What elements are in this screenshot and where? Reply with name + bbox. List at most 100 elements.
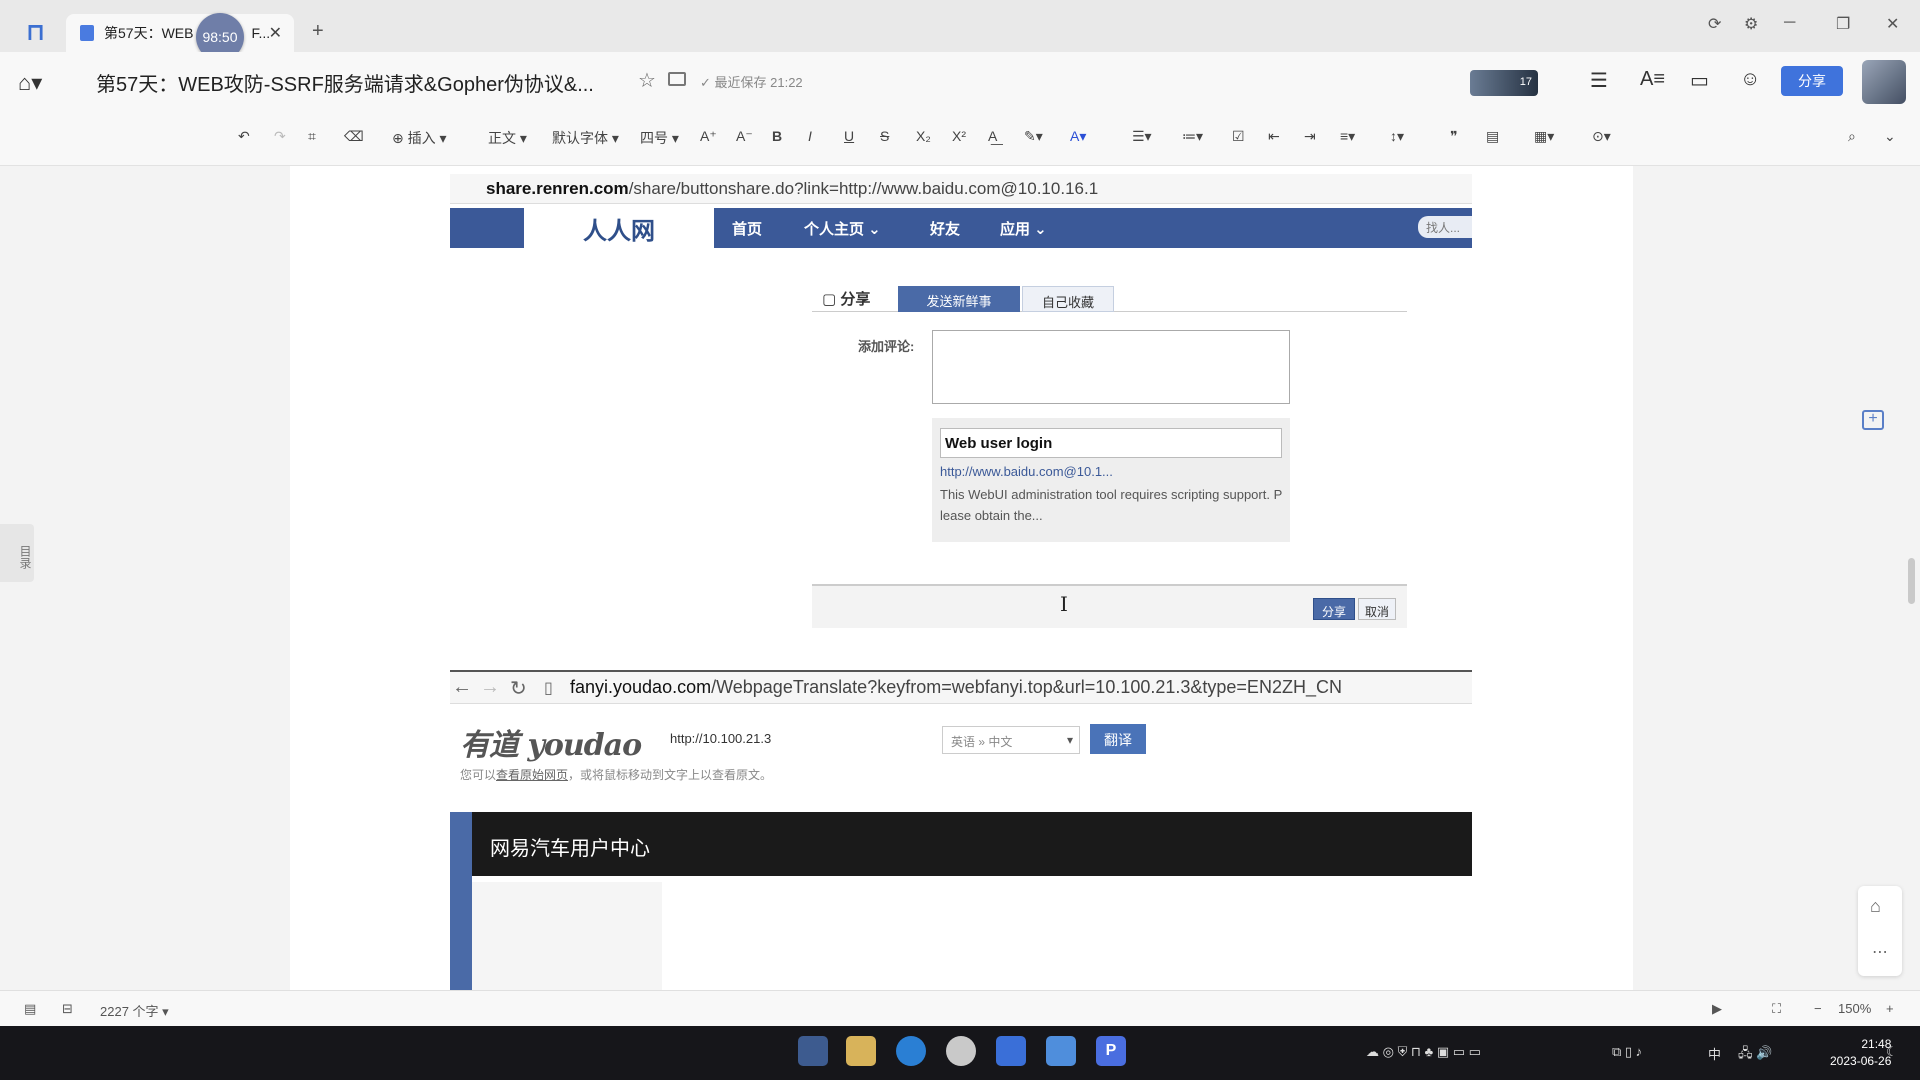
close-icon[interactable]: ✕: [269, 23, 282, 43]
outline-toggle[interactable]: 目录: [0, 524, 34, 582]
font-select[interactable]: 默认字体 ▾: [552, 128, 619, 148]
taskbar: P ☁ ◎ ⛨ ⊓ ♣ ▣ ▭ ▭ ⧉ ▯ ♪ 中 🖧 🔊 21:48 2023…: [0, 1026, 1920, 1080]
text-effect-icon[interactable]: A͟: [988, 128, 997, 144]
scrollbar-thumb[interactable]: [1908, 558, 1915, 604]
renren-comment-label: 添加评论:: [858, 339, 915, 354]
tab-bar: ⊓ 第57天：WEB F... ✕ 98:50 + ⟳ ⚙ ─ ❐ ✕: [0, 0, 1920, 61]
subscript-icon[interactable]: X₂: [916, 128, 931, 144]
minimize-icon[interactable]: ─: [1784, 14, 1795, 32]
underline-icon[interactable]: U: [844, 128, 854, 144]
renren-search: 找人...: [1418, 216, 1472, 238]
chevron-down-icon[interactable]: ⌄: [1884, 128, 1896, 145]
outline-view-icon[interactable]: ▤: [24, 1001, 36, 1017]
collaborator-avatars[interactable]: 17: [1470, 70, 1538, 96]
zoom-out-icon[interactable]: −: [1814, 1001, 1822, 1016]
youdao-translate-button: 翻译: [1090, 724, 1146, 754]
redo-icon[interactable]: ↷: [274, 128, 286, 145]
fullscreen-icon[interactable]: ⛶: [1772, 1001, 1781, 1017]
youdao-language-select: 英语 » 中文 ▾: [942, 726, 1080, 754]
app-logo-icon[interactable]: ⊓: [26, 18, 52, 46]
renren-nav: 人人网 首页 个人主页 ⌄ 好友 应用 ⌄ 找人...: [450, 208, 1472, 248]
shrink-font-icon[interactable]: A⁻: [736, 128, 753, 145]
network-volume-icons[interactable]: 🖧 🔊: [1738, 1044, 1772, 1066]
start-icon[interactable]: [798, 1036, 828, 1066]
line-spacing-icon[interactable]: ↕▾: [1390, 128, 1404, 145]
grow-font-icon[interactable]: A⁺: [700, 128, 717, 145]
tray-system-icons[interactable]: ⧉ ▯ ♪: [1612, 1044, 1642, 1060]
table-icon[interactable]: ▦▾: [1534, 128, 1554, 145]
italic-icon[interactable]: I: [808, 128, 812, 144]
bold-icon[interactable]: B: [772, 128, 782, 144]
sync-icon[interactable]: ⟳: [1708, 14, 1721, 34]
tray-icons[interactable]: ☁ ◎ ⛨ ⊓ ♣ ▣ ▭ ▭: [1366, 1044, 1481, 1060]
settings-icon[interactable]: ⚙: [1744, 14, 1758, 34]
avatar[interactable]: [1862, 60, 1906, 104]
shirt-icon[interactable]: ⌂: [1870, 896, 1881, 917]
document-title[interactable]: 第57天：WEB攻防-SSRF服务端请求&Gopher伪协议&...: [96, 68, 594, 97]
code-block-icon[interactable]: ▤: [1486, 128, 1499, 145]
writer-app-icon[interactable]: [996, 1036, 1026, 1066]
netease-body: [472, 882, 662, 990]
text-style-icon[interactable]: A≡: [1640, 68, 1665, 91]
outdent-icon[interactable]: ⇤: [1268, 128, 1280, 145]
zoom-in-icon[interactable]: +: [1886, 1001, 1894, 1016]
align-icon[interactable]: ≡▾: [1340, 128, 1355, 145]
numbered-list-icon[interactable]: ≔▾: [1182, 128, 1203, 145]
document-tab[interactable]: 第57天：WEB F... ✕: [66, 14, 294, 52]
window-close-icon[interactable]: ✕: [1886, 14, 1899, 34]
home-icon[interactable]: ⌂▾: [18, 70, 42, 96]
indent-icon[interactable]: ⇥: [1304, 128, 1316, 145]
checklist-icon[interactable]: ☑: [1232, 128, 1245, 145]
embedded-image-youdao[interactable]: ← → ↻ ▯ fanyi.youdao.com/WebpageTranslat…: [450, 670, 1472, 990]
superscript-icon[interactable]: X²: [952, 128, 966, 144]
eraser-icon[interactable]: ⌫: [344, 128, 364, 145]
new-tab-icon[interactable]: +: [312, 20, 324, 43]
ime-indicator[interactable]: 中: [1708, 1044, 1721, 1063]
paragraph-style-select[interactable]: 正文 ▾: [488, 128, 527, 148]
clock[interactable]: 21:48 2023-06-26: [1830, 1036, 1891, 1070]
star-icon[interactable]: ☆: [638, 68, 656, 93]
play-icon[interactable]: ▶: [1712, 1001, 1722, 1017]
embedded-image-renren[interactable]: share.renren.com/share/buttonshare.do?li…: [450, 174, 1472, 644]
share-button[interactable]: 分享: [1781, 66, 1843, 96]
page-view-icon[interactable]: ⊟: [62, 1001, 73, 1017]
p-app-icon[interactable]: P: [1096, 1036, 1126, 1066]
search-icon[interactable]: ⌕: [1848, 128, 1856, 145]
more-icon[interactable]: ⋯: [1872, 942, 1888, 962]
netease-title: 网易汽车用户中心: [490, 838, 650, 860]
font-size-select[interactable]: 四号 ▾: [640, 128, 679, 148]
collaborator-icon[interactable]: ☺: [1740, 68, 1760, 91]
renren-logo: 人人网: [524, 208, 714, 248]
zoom-level[interactable]: 150%: [1838, 1001, 1871, 1016]
format-painter-icon[interactable]: ⌗: [308, 128, 316, 145]
renren-share-tabs: ▢ 分享 发送新鲜事 自己收藏: [812, 284, 1407, 312]
renren-link-preview: Web user login http://www.baidu.com@10.1…: [932, 418, 1290, 542]
more-insert-icon[interactable]: ⊙▾: [1592, 128, 1611, 145]
word-count[interactable]: 2227 个字 ▾: [100, 1001, 169, 1020]
add-comment-icon[interactable]: +: [1862, 410, 1884, 430]
quote-icon[interactable]: ❞: [1450, 128, 1458, 145]
formatting-toolbar: ↶ ↷ ⌗ ⌫ ⊕ 插入 ▾ 正文 ▾ 默认字体 ▾ 四号 ▾ A⁺ A⁻ B …: [0, 110, 1920, 166]
menu-icon[interactable]: ☰: [1590, 68, 1608, 93]
font-color-icon[interactable]: A▾: [1070, 128, 1086, 145]
highlight-icon[interactable]: ✎▾: [1024, 128, 1043, 145]
present-icon[interactable]: ▭: [1690, 68, 1709, 93]
undo-icon[interactable]: ↶: [238, 128, 250, 145]
file-explorer-icon[interactable]: [846, 1036, 876, 1066]
bullet-list-icon[interactable]: ☰▾: [1132, 128, 1152, 145]
renren-cancel-button: 取消: [1358, 598, 1396, 620]
insert-button[interactable]: ⊕ 插入 ▾: [392, 128, 447, 148]
restore-icon[interactable]: ❐: [1836, 14, 1850, 34]
back-arrow-icon: ←: [452, 676, 472, 698]
folder-icon[interactable]: [668, 72, 686, 86]
youdao-url-input: http://10.100.21.3: [660, 724, 950, 754]
page-icon: ▯: [544, 680, 553, 697]
strikethrough-icon[interactable]: S: [880, 128, 889, 144]
chrome-icon[interactable]: [946, 1036, 976, 1066]
youdao-logo: 有道 youdao: [460, 728, 642, 763]
notification-icon[interactable]: ☾: [1886, 1044, 1898, 1060]
edge-icon[interactable]: [896, 1036, 926, 1066]
cloud-app-icon[interactable]: [1046, 1036, 1076, 1066]
youdao-url-bar: ← → ↻ ▯ fanyi.youdao.com/WebpageTranslat…: [450, 670, 1472, 704]
clock-time: 21:48: [1861, 1037, 1892, 1051]
